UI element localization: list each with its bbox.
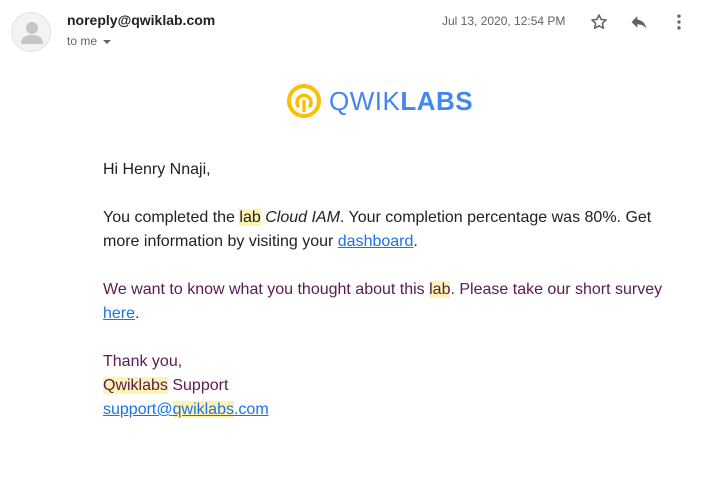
email-date: Jul 13, 2020, 12:54 PM: [442, 14, 566, 28]
qwiklabs-logo: QWIKLABS: [287, 84, 473, 118]
more-vert-icon: [677, 14, 681, 30]
thanks-line: Thank you,: [103, 353, 183, 370]
email-domain-end: .com: [233, 401, 269, 418]
p1-end: .: [413, 233, 418, 250]
sender-avatar[interactable]: [11, 12, 51, 52]
reply-icon: [631, 16, 647, 29]
p2-text-mid: . Please take our short survey: [450, 281, 663, 298]
logo-wordmark: QWIKLABS: [329, 86, 473, 117]
recipient-label: to me: [67, 34, 98, 48]
signature-support: Support: [167, 377, 229, 394]
email-user: support@: [103, 401, 173, 418]
email-body: Hi Henry Nnaji, You completed the lab Cl…: [103, 158, 663, 422]
survey-link[interactable]: here: [103, 305, 135, 322]
logo-text-labs: LABS: [400, 85, 474, 116]
logo-text-qwik: QWIK: [329, 85, 401, 116]
dashboard-link[interactable]: dashboard: [338, 233, 414, 250]
star-icon: [591, 14, 607, 29]
survey-paragraph: We want to know what you thought about t…: [103, 278, 663, 326]
chevron-down-icon: [103, 40, 112, 44]
highlight-lab: lab: [239, 209, 261, 226]
p2-end: .: [135, 305, 140, 322]
p2-text: We want to know what you thought about t…: [103, 281, 430, 298]
person-icon: [21, 22, 43, 44]
highlight-qwiklabs: Qwiklabs: [103, 377, 168, 394]
sender-email[interactable]: noreply@qwiklab.com: [67, 12, 215, 28]
recipient-details-toggle[interactable]: to me: [67, 34, 112, 48]
highlight-qwiklabs-email: qwiklabs: [172, 401, 234, 418]
completion-paragraph: You completed the lab Cloud IAM. Your co…: [103, 206, 663, 254]
greeting: Hi Henry Nnaji,: [103, 161, 211, 178]
signature: Thank you, Qwiklabs Support support@qwik…: [103, 350, 663, 422]
highlight-lab-2: lab: [429, 281, 451, 298]
support-email-link[interactable]: support@qwiklabs.com: [103, 401, 269, 418]
reply-button[interactable]: [627, 10, 651, 34]
star-button[interactable]: [587, 10, 611, 34]
qwiklabs-logo-icon: [287, 84, 321, 118]
more-options-button[interactable]: [667, 10, 691, 34]
p1-text: You completed the: [103, 209, 240, 226]
lab-name: Cloud IAM: [265, 209, 340, 226]
